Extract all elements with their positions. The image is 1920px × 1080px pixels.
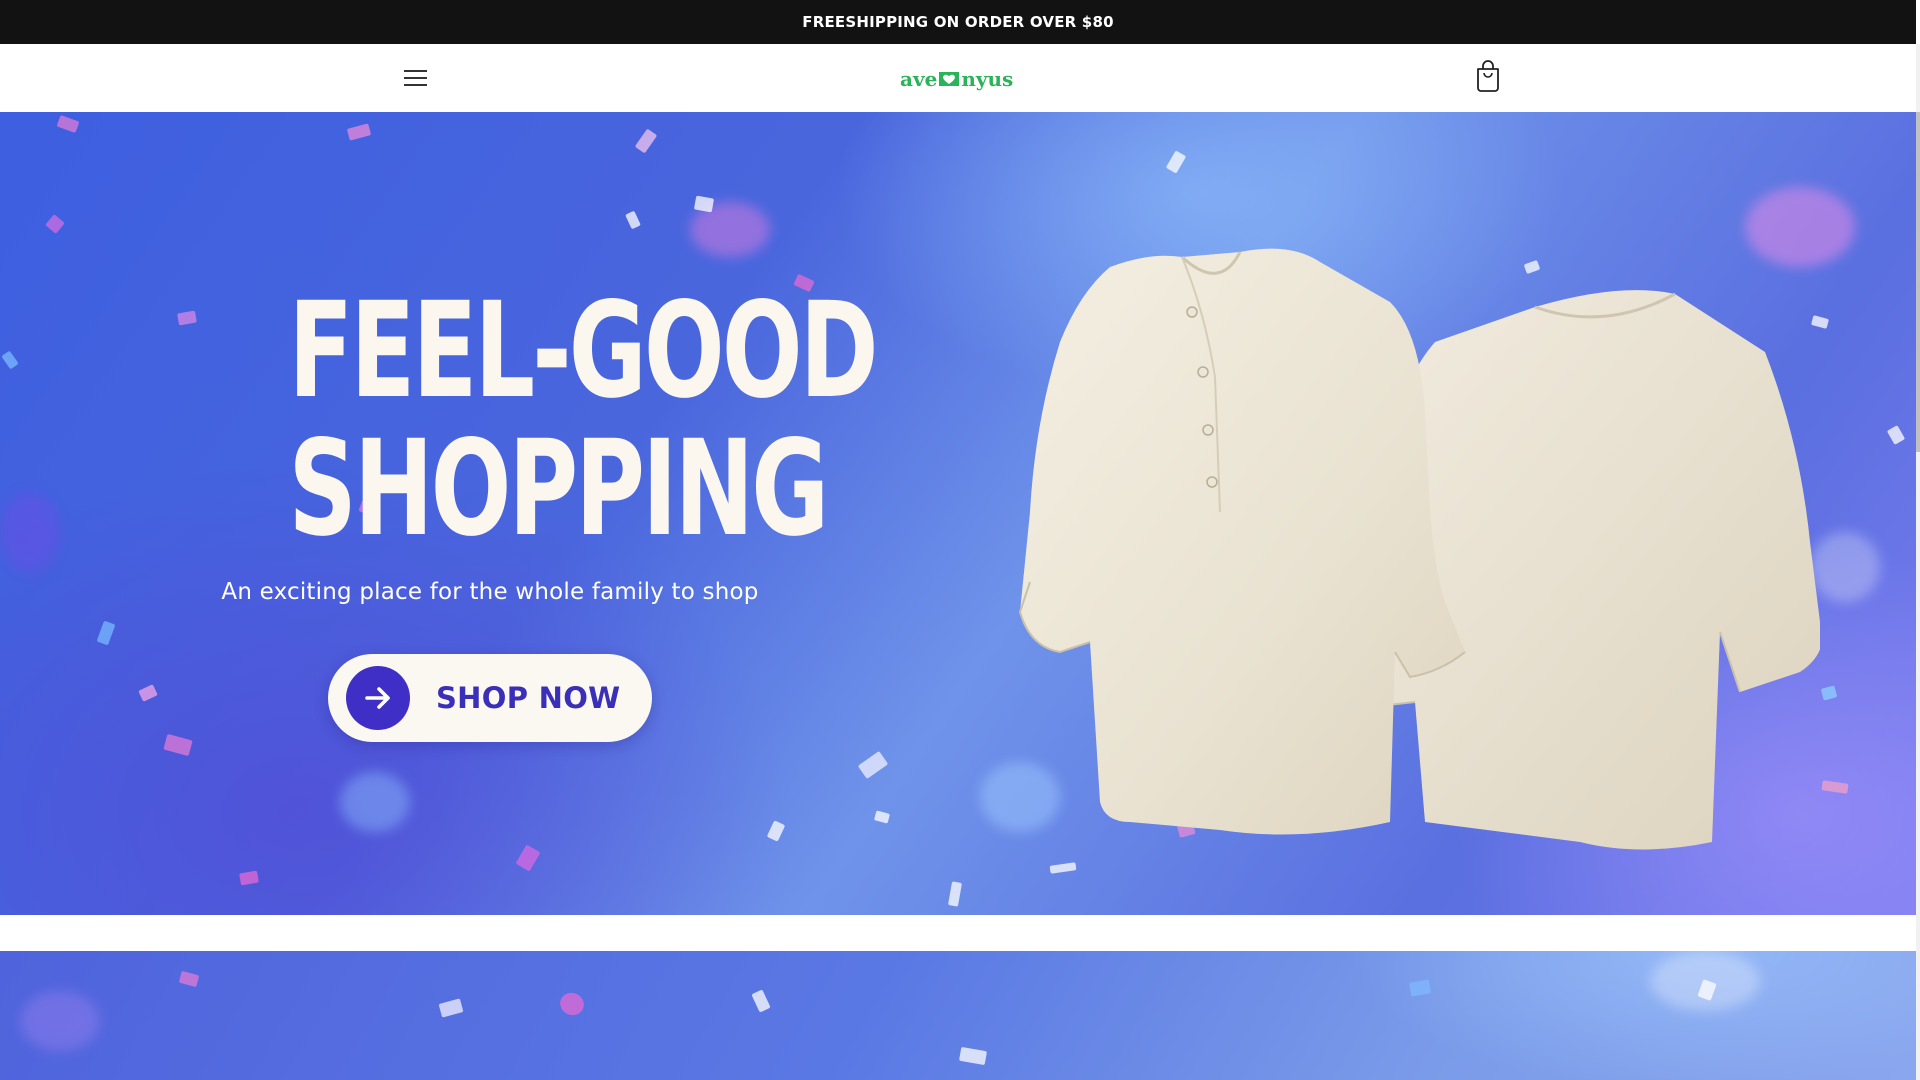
hero-product-image [1018, 248, 1820, 850]
headline-line-1: FEEL-GOOD [288, 274, 878, 428]
scrollbar-thumb[interactable] [1916, 112, 1920, 452]
hero-headline: FEEL-GOOD SHOPPING [288, 274, 878, 566]
site-header: ave nyus [0, 44, 1916, 112]
shopping-bag-icon[interactable] [1472, 58, 1504, 94]
secondary-banner[interactable] [0, 951, 1916, 1080]
logo-text-left: ave [900, 67, 938, 91]
announcement-text: FREESHIPPING ON ORDER OVER $80 [802, 13, 1114, 31]
brand-logo[interactable]: ave nyus [900, 64, 1013, 94]
announcement-bar: FREESHIPPING ON ORDER OVER $80 [0, 0, 1916, 44]
hero-subtitle: An exciting place for the whole family t… [221, 579, 759, 605]
arrow-right-icon [346, 666, 410, 730]
logo-heart-icon [939, 72, 960, 86]
shop-now-label: SHOP NOW [436, 681, 621, 715]
headline-line-2: SHOPPING [288, 412, 829, 566]
hamburger-menu-icon[interactable] [400, 64, 432, 92]
hero-banner[interactable]: FEEL-GOOD SHOPPING An exciting place for… [0, 112, 1916, 915]
shop-now-button[interactable]: SHOP NOW [328, 654, 652, 742]
logo-text-right: nyus [961, 67, 1014, 91]
